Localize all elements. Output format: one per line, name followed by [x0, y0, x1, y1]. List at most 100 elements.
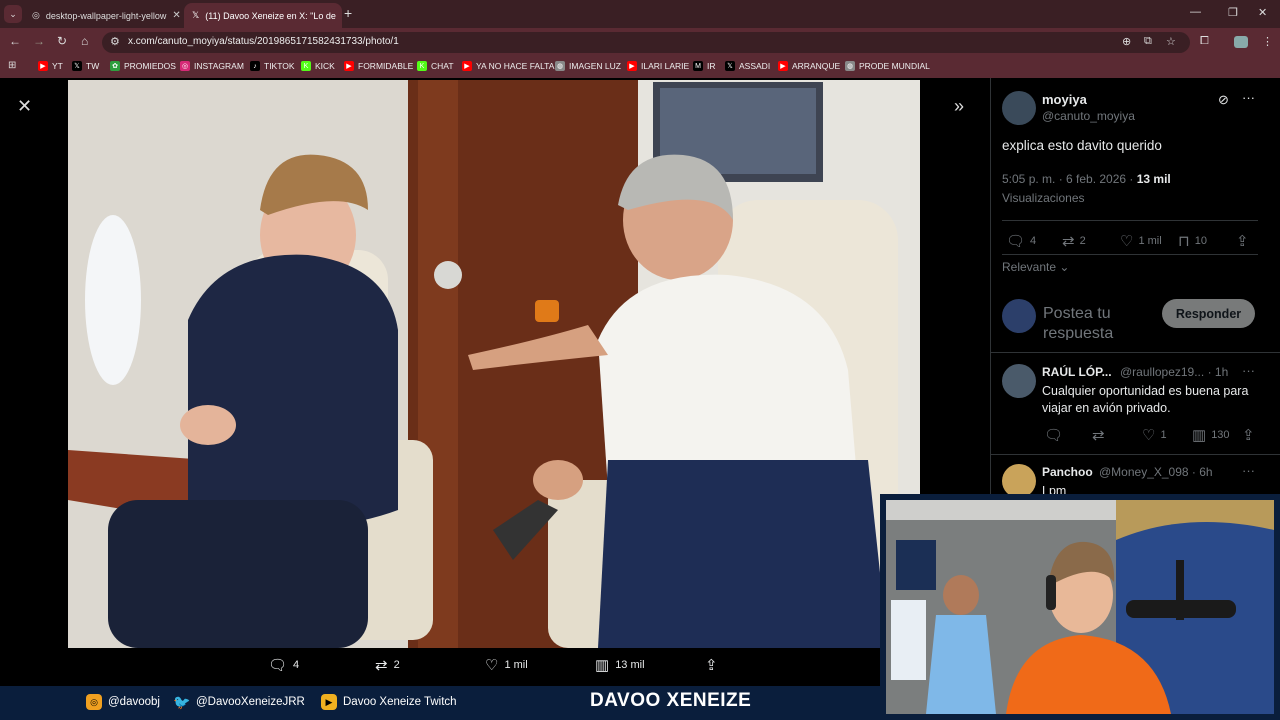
- bookmark-item[interactable]: K KICK: [301, 61, 335, 71]
- photo-action-bar: 🗨 4 ⇄ 2 ♡ 1 mil ▥ 13 mil ⇪: [255, 656, 735, 680]
- youtube-icon: ▶: [38, 61, 48, 71]
- x-icon: 𝕏: [725, 61, 735, 71]
- like-action[interactable]: ♡ 1: [1142, 426, 1167, 444]
- like-action[interactable]: ♡ 1 mil: [1120, 232, 1162, 250]
- webcam-feed: [886, 500, 1274, 714]
- reply-icon: 🗨: [1044, 427, 1064, 444]
- bookmark-label: ASSADI: [739, 61, 771, 71]
- repost-action[interactable]: ⇄ 2: [1062, 232, 1086, 250]
- menu-icon[interactable]: ⋮: [1262, 35, 1273, 48]
- reply-input[interactable]: Postea tu respuesta: [1043, 304, 1153, 340]
- bookmark-label: IR: [707, 61, 716, 71]
- minimize-icon[interactable]: —: [1190, 6, 1201, 18]
- reply-avatar[interactable]: [1002, 464, 1036, 498]
- close-window-icon[interactable]: ✕: [1258, 6, 1267, 19]
- bookmark-item[interactable]: K CHAT: [417, 61, 454, 71]
- reply-text: Cualquier oportunidad es buena para viaj…: [1042, 384, 1249, 415]
- bookmark-action[interactable]: ⊓ 10: [1178, 232, 1207, 250]
- more-icon[interactable]: ···: [1242, 90, 1255, 105]
- tiktok-icon: ♪: [250, 61, 260, 71]
- browser-tab-active[interactable]: 𝕏 (11) Davoo Xeneize en X: "Lo de ✕: [184, 3, 342, 28]
- bookmark-item[interactable]: ▶ ILARI LARIE: [627, 61, 689, 71]
- bookmark-star-icon[interactable]: ☆: [1166, 35, 1176, 48]
- new-tab-button[interactable]: +: [344, 5, 352, 21]
- reply-author-handle[interactable]: @raullopez19... · 1h: [1120, 365, 1228, 379]
- double-chevron-right-icon[interactable]: »: [954, 96, 964, 117]
- divider: [1002, 254, 1258, 255]
- reply-avatar[interactable]: [1002, 364, 1036, 398]
- x-icon: 𝕏: [72, 61, 82, 71]
- bookmark-item[interactable]: ◍ PRODE MUNDIAL: [845, 61, 930, 71]
- zoom-icon[interactable]: ⊕: [1122, 35, 1131, 48]
- reply-author-handle[interactable]: @Money_X_098 · 6h: [1099, 465, 1213, 479]
- apps-grid-icon[interactable]: ⊞: [8, 60, 16, 71]
- extensions-icon[interactable]: ⧠: [1200, 35, 1209, 48]
- youtube-icon: ▶: [627, 61, 637, 71]
- bookmark-item[interactable]: ▶ FORMIDABLE: [344, 61, 413, 71]
- reply-button[interactable]: Responder: [1162, 299, 1255, 328]
- bookmark-item[interactable]: 𝕏 TW: [72, 61, 99, 71]
- reply-action[interactable]: 🗨: [1044, 426, 1068, 444]
- bookmark-label: YT: [52, 61, 63, 71]
- bookmark-item[interactable]: M IR: [693, 61, 716, 71]
- site-info-icon[interactable]: ⚙: [110, 35, 120, 48]
- sort-replies-dropdown[interactable]: Relevante ⌄: [1002, 260, 1069, 274]
- share-action[interactable]: ⇪: [1236, 232, 1254, 250]
- mk-icon: M: [693, 61, 703, 71]
- profile-avatar[interactable]: [1234, 36, 1248, 48]
- author-handle[interactable]: @canuto_moyiya: [1042, 109, 1135, 123]
- kick-icon: K: [301, 61, 311, 71]
- bookmark-icon: ⊓: [1178, 233, 1190, 250]
- install-app-icon[interactable]: ⧉: [1144, 35, 1152, 48]
- browser-tab[interactable]: ◎ desktop-wallpaper-light-yellow ✕: [24, 3, 182, 28]
- more-icon[interactable]: ···: [1242, 363, 1255, 378]
- bookmark-label: ILARI LARIE: [641, 61, 690, 71]
- close-icon[interactable]: ✕: [17, 96, 32, 117]
- streamer-title: DAVOO XENEIZE: [590, 690, 752, 711]
- twitter-bird-icon: 🐦: [173, 693, 191, 710]
- bookmark-item[interactable]: ▶ ARRANQUE: [778, 61, 840, 71]
- bookmark-label: PROMIEDOS: [124, 61, 176, 71]
- url-text[interactable]: x.com/canuto_moyiya/status/2019865171582…: [128, 36, 399, 47]
- share-action[interactable]: ⇪: [1242, 426, 1260, 444]
- tweet-timestamp[interactable]: 5:05 p. m. · 6 feb. 2026 · 13 mil: [1002, 172, 1171, 186]
- instagram-icon: ◎: [180, 61, 190, 71]
- author-name[interactable]: moyiya: [1042, 92, 1087, 107]
- heart-icon: ♡: [485, 657, 499, 674]
- reply-author-name[interactable]: Panchoo: [1042, 465, 1093, 479]
- repost-action[interactable]: ⇄ 2: [375, 656, 400, 674]
- bookmark-item[interactable]: ♪ TIKTOK: [250, 61, 295, 71]
- share-action[interactable]: ⇪: [705, 656, 724, 674]
- views-action[interactable]: ▥ 130: [1192, 426, 1230, 444]
- close-tab-icon[interactable]: ✕: [336, 10, 343, 21]
- tweet-photo[interactable]: [68, 80, 920, 648]
- back-icon[interactable]: ←: [9, 34, 21, 48]
- views-label: Visualizaciones: [1002, 191, 1085, 205]
- like-action[interactable]: ♡ 1 mil: [485, 656, 528, 674]
- promiedos-icon: ✿: [110, 61, 120, 71]
- bookmark-label: PRODE MUNDIAL: [859, 61, 930, 71]
- bookmark-item[interactable]: ✿ PROMIEDOS: [110, 61, 176, 71]
- tab-list-button[interactable]: ⌄: [4, 5, 22, 23]
- bar-chart-icon: ▥: [595, 657, 610, 674]
- more-icon[interactable]: ···: [1242, 463, 1255, 478]
- bookmark-item[interactable]: 𝕏 ASSADI: [725, 61, 770, 71]
- reply-action[interactable]: 🗨 4: [1006, 232, 1036, 250]
- grok-icon[interactable]: ⊘: [1218, 92, 1229, 108]
- reply-author-name[interactable]: RAÚL LÓP...: [1042, 365, 1112, 379]
- tweet-text: explica esto davito querido: [1002, 138, 1162, 153]
- bookmark-item[interactable]: ◍ IMAGEN LUZ: [555, 61, 621, 71]
- reload-icon[interactable]: ↻: [57, 34, 67, 48]
- forward-icon[interactable]: →: [33, 34, 45, 48]
- reply-action[interactable]: 🗨 4: [268, 656, 299, 674]
- bookmark-item[interactable]: ▶ YT: [38, 61, 63, 71]
- restore-icon[interactable]: ❐: [1228, 6, 1238, 19]
- bookmark-item[interactable]: ◎ INSTAGRAM: [180, 61, 244, 71]
- home-icon[interactable]: ⌂: [81, 34, 88, 48]
- repost-action[interactable]: ⇄: [1092, 426, 1110, 444]
- views-action[interactable]: ▥ 13 mil: [595, 656, 645, 674]
- bookmark-item[interactable]: ▶ YA NO HACE FALTA: [462, 61, 554, 71]
- close-tab-icon[interactable]: ✕: [166, 10, 180, 21]
- bookmark-label: TW: [86, 61, 100, 71]
- author-avatar[interactable]: [1002, 91, 1036, 125]
